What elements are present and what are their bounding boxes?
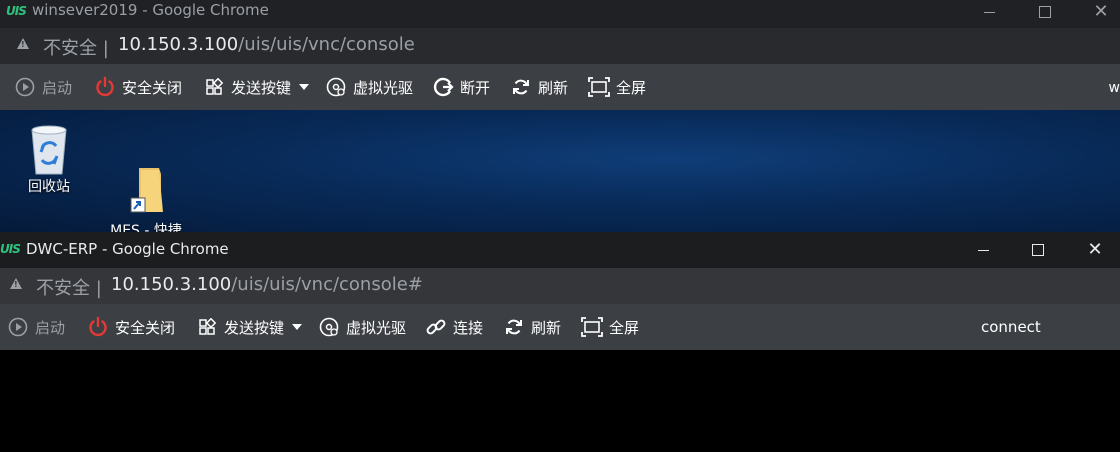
play-icon: [14, 76, 36, 98]
connect-button[interactable]: 连接: [425, 304, 483, 350]
maximize-button[interactable]: [1022, 0, 1068, 24]
keyboard-grid-icon: [196, 316, 218, 338]
fullscreen-icon: [581, 316, 603, 338]
power-icon: [87, 316, 109, 338]
clipped-status-text: w: [1108, 80, 1120, 96]
vnc-toolbar: 启动 安全关闭 发送按键 虚拟光驱 连接 刷新 全屏 connect: [0, 304, 1120, 350]
disc-icon: [318, 316, 340, 338]
url-text[interactable]: 10.150.3.100/uis/uis/vnc/console: [118, 34, 415, 55]
chevron-down-icon: [292, 324, 303, 330]
desktop-icon-mes-shortcut[interactable]: MES - 快捷 方式: [106, 120, 186, 232]
front-title-bar: UIS DWC-ERP - Google Chrome ✕: [0, 232, 1120, 268]
disc-icon: [325, 76, 347, 98]
folder-shortcut-icon: [121, 142, 171, 213]
safe-shutdown-button[interactable]: 安全关闭: [87, 304, 175, 350]
minimize-button[interactable]: [966, 0, 1012, 24]
virtual-cdrom-button[interactable]: 虚拟光驱: [325, 64, 413, 110]
uis-logo: UIS: [6, 4, 27, 18]
back-title-bar: UIS winsever2019 - Google Chrome ✕: [0, 0, 1120, 24]
start-button[interactable]: 启动: [14, 64, 72, 110]
refresh-button[interactable]: 刷新: [510, 64, 568, 110]
close-icon: ✕: [1087, 239, 1103, 260]
minimize-button[interactable]: [960, 232, 1006, 268]
send-hotkey-dropdown[interactable]: 发送按键: [203, 64, 310, 110]
play-icon: [7, 316, 29, 338]
power-icon: [94, 76, 116, 98]
recycle-bin-icon: [24, 120, 74, 176]
fullscreen-icon: [588, 76, 610, 98]
minimize-icon: [977, 249, 989, 251]
uis-logo: UIS: [0, 242, 21, 256]
link-icon: [425, 316, 447, 338]
send-hotkey-dropdown[interactable]: 发送按键: [196, 304, 303, 350]
security-label[interactable]: 不安全 |: [36, 274, 102, 300]
close-button[interactable]: ✕: [1072, 232, 1118, 268]
refresh-button[interactable]: 刷新: [503, 304, 561, 350]
disconnect-icon: [432, 76, 454, 98]
start-button[interactable]: 启动: [7, 304, 65, 350]
address-bar[interactable]: ! 不安全 | 10.150.3.100/uis/uis/vnc/console…: [0, 268, 1120, 304]
desktop-icon-recycle-bin[interactable]: 回收站: [9, 120, 89, 198]
keyboard-grid-icon: [203, 76, 225, 98]
connection-status: connect: [981, 318, 1041, 336]
vnc-canvas[interactable]: [0, 350, 1120, 452]
maximize-icon: [1039, 6, 1051, 18]
url-text[interactable]: 10.150.3.100/uis/uis/vnc/console#: [111, 274, 423, 295]
minimize-icon: [983, 11, 995, 13]
back-browser-window: UIS winsever2019 - Google Chrome ✕ ! 不安全…: [0, 0, 1120, 232]
chevron-down-icon: [299, 84, 310, 90]
window-title: DWC-ERP - Google Chrome: [26, 240, 229, 258]
address-bar[interactable]: ! 不安全 | 10.150.3.100/uis/uis/vnc/console: [0, 28, 1120, 64]
maximize-icon: [1032, 244, 1044, 256]
virtual-cdrom-button[interactable]: 虚拟光驱: [318, 304, 406, 350]
refresh-icon: [503, 316, 525, 338]
fullscreen-button[interactable]: 全屏: [588, 64, 646, 110]
safe-shutdown-button[interactable]: 安全关闭: [94, 64, 182, 110]
close-button[interactable]: ✕: [1078, 0, 1120, 24]
remote-desktop[interactable]: 回收站 MES - 快捷 方式: [0, 110, 1120, 232]
security-label[interactable]: 不安全 |: [43, 34, 109, 60]
front-browser-window: UIS DWC-ERP - Google Chrome ✕ ! 不安全 | 10…: [0, 232, 1120, 452]
disconnect-button[interactable]: 断开: [432, 64, 490, 110]
close-icon: ✕: [1093, 1, 1109, 22]
maximize-button[interactable]: [1015, 232, 1061, 268]
window-title: winsever2019 - Google Chrome: [32, 1, 269, 19]
refresh-icon: [510, 76, 532, 98]
vnc-toolbar: 启动 安全关闭 发送按键 虚拟光驱 断开 刷新 全屏 w: [0, 64, 1120, 110]
fullscreen-button[interactable]: 全屏: [581, 304, 639, 350]
